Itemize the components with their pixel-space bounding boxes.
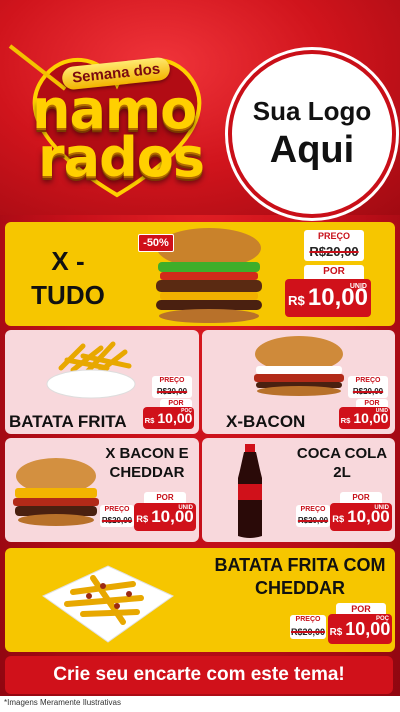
- new-price: R$ 10,00 UNID: [134, 503, 196, 531]
- unit-label: UNID: [375, 408, 388, 414]
- price-label: PREÇO: [304, 230, 364, 243]
- flyer: Semana dos namo rados Sua Logo Aqui X - …: [0, 0, 400, 712]
- footnote: *Imagens Meramente Ilustrativas: [4, 698, 121, 707]
- new-price: R$ 10,00 POÇ: [328, 614, 392, 644]
- old-price: R$20,00: [296, 515, 330, 527]
- price-label: PREÇO: [152, 376, 192, 386]
- currency: R$: [329, 627, 343, 638]
- price-label: PREÇO: [290, 615, 326, 625]
- unit-label: POÇ: [181, 408, 192, 414]
- old-price-value: R$20,00: [297, 516, 329, 525]
- new-price: R$ 10,00 POÇ: [143, 407, 194, 429]
- product-name: BATATA FRITA COM CHEDDAR: [214, 555, 386, 598]
- unit-label: UNID: [349, 283, 367, 290]
- burger-image: [13, 458, 99, 526]
- burger-image: [254, 336, 344, 396]
- price-label: PREÇO: [348, 376, 388, 386]
- cheddar-fries-image: [42, 565, 174, 643]
- product-name: BATATA FRITA: [9, 412, 127, 431]
- cta-banner[interactable]: Crie seu encarte com este tema!: [5, 656, 393, 694]
- old-price: R$20,00: [100, 515, 134, 527]
- brand-title-line2: rados: [38, 126, 205, 189]
- product-name: X - TUDO: [31, 246, 105, 310]
- new-price: R$ 10,00 UNID: [285, 279, 371, 317]
- logo-placeholder[interactable]: Sua Logo Aqui: [228, 50, 396, 218]
- unit-label: UNID: [178, 505, 193, 511]
- currency: R$: [144, 416, 155, 425]
- old-price-value: R$20,00: [101, 516, 133, 525]
- product-name: X-BACON: [226, 412, 306, 431]
- currency: R$: [288, 293, 305, 308]
- currency: R$: [332, 514, 345, 524]
- logo-text-line2: Aqui: [269, 129, 355, 171]
- old-price-value: R$20,00: [309, 244, 359, 259]
- old-price-value: R$20,00: [290, 627, 326, 637]
- por-label: POR: [304, 265, 364, 279]
- old-price: R$20,00: [348, 386, 388, 398]
- old-price: R$20,00: [152, 386, 192, 398]
- old-price-value: R$20,00: [352, 387, 384, 396]
- currency: R$: [340, 416, 351, 425]
- unit-label: POÇ: [375, 616, 389, 622]
- fries-image: [46, 341, 136, 399]
- old-price-value: R$20,00: [156, 387, 188, 396]
- product-name: X BACON E CHEDDAR: [105, 445, 189, 481]
- product-name: COCA COLA 2L: [296, 445, 388, 481]
- new-price: R$ 10,00 UNID: [339, 407, 390, 429]
- discount-badge: -50%: [138, 234, 174, 252]
- old-price: R$20,00: [290, 625, 326, 639]
- price-label: PREÇO: [296, 505, 330, 515]
- header: Semana dos namo rados Sua Logo Aqui: [0, 0, 400, 218]
- new-price: R$ 10,00 UNID: [330, 503, 392, 531]
- unit-label: UNID: [374, 505, 389, 511]
- old-price: R$20,00: [304, 243, 364, 261]
- currency: R$: [136, 514, 149, 524]
- soda-bottle-image: [238, 444, 262, 538]
- price-label: PREÇO: [100, 505, 134, 515]
- logo-text-line1: Sua Logo: [252, 96, 372, 126]
